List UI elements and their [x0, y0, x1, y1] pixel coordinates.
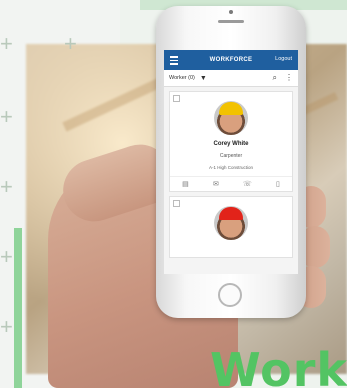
speaker	[218, 20, 244, 23]
filter-actions: ⌕ ⋮	[273, 73, 293, 83]
chevron-down-icon[interactable]: ▼	[200, 75, 207, 82]
avatar	[214, 101, 248, 135]
plus-icon: +	[0, 314, 13, 339]
home-button[interactable]	[218, 283, 242, 307]
worker-role: Carpenter	[219, 153, 243, 159]
worker-name: Corey White	[213, 141, 249, 147]
logout-link[interactable]: Logout	[275, 56, 292, 62]
card-actions: ▤ ✉ ☏ ▯	[170, 176, 292, 191]
menu-icon[interactable]	[170, 56, 178, 65]
mail-icon[interactable]: ✉	[213, 180, 219, 188]
avatar	[214, 206, 248, 240]
worker-card[interactable]	[169, 196, 293, 258]
plus-icon: +	[0, 31, 13, 56]
hard-hat-icon	[219, 102, 243, 115]
card-checkbox[interactable]	[173, 200, 180, 207]
brand-text: Workf	[210, 343, 347, 388]
app-title: WORKFORCE	[209, 57, 253, 63]
app-header: WORKFORCE Logout	[164, 50, 298, 70]
search-icon[interactable]: ⌕	[273, 73, 277, 83]
card-checkbox[interactable]	[173, 95, 180, 102]
more-vertical-icon[interactable]: ⋮	[285, 73, 293, 83]
plus-icon: +	[0, 244, 13, 269]
hard-hat-icon	[219, 207, 243, 220]
marketing-scene: + + + + + + WORKFORCE Logout Worker (0) …	[0, 0, 347, 388]
phone-screen: WORKFORCE Logout Worker (0) ▼ ⌕ ⋮ Corey …	[164, 50, 298, 274]
plus-icon: +	[0, 174, 13, 199]
plus-icon: +	[64, 31, 77, 56]
filter-bar: Worker (0) ▼ ⌕ ⋮	[164, 70, 298, 87]
phone: WORKFORCE Logout Worker (0) ▼ ⌕ ⋮ Corey …	[156, 6, 306, 318]
phone-icon[interactable]: ☏	[243, 180, 252, 188]
plus-icon: +	[0, 104, 13, 129]
camera	[229, 10, 233, 14]
worker-filter-select[interactable]: Worker (0)	[169, 75, 195, 81]
bookmark-icon[interactable]: ▯	[276, 180, 280, 188]
worker-card[interactable]: Corey White Carpenter A-1 High Construct…	[169, 91, 293, 192]
decorative-bar	[14, 228, 22, 388]
worker-company: A-1 High Construction	[208, 165, 254, 170]
id-card-icon[interactable]: ▤	[182, 180, 189, 188]
